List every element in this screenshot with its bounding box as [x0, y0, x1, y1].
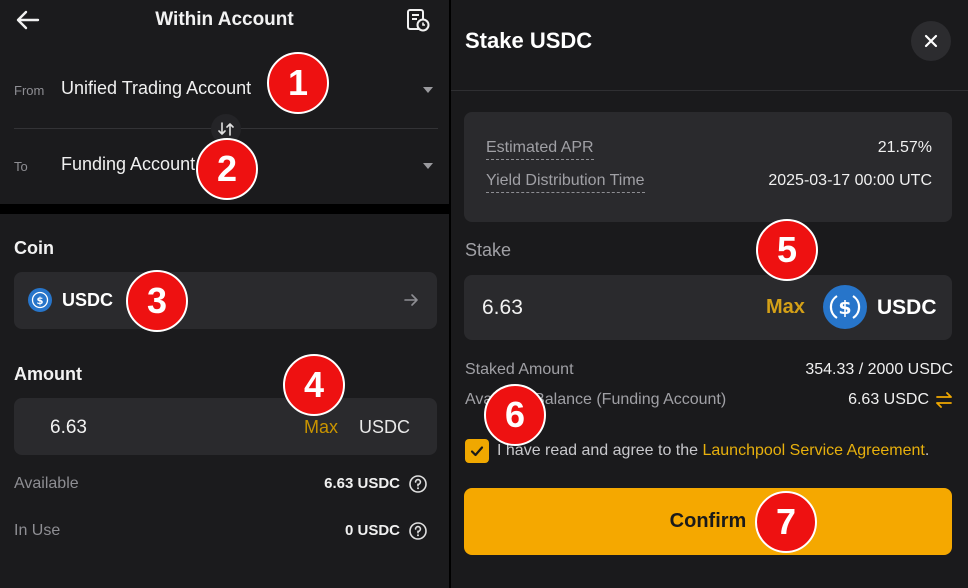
help-icon[interactable]	[408, 521, 428, 541]
estimated-apr-label[interactable]: Estimated APR	[486, 139, 594, 160]
stake-panel: Stake USDC Estimated APR 21.57% Yield Di…	[451, 0, 968, 588]
confirm-button[interactable]: Confirm	[464, 488, 952, 555]
coin-selector[interactable]: $ USDC	[14, 272, 437, 329]
swap-icon	[218, 122, 234, 136]
amount-input[interactable]: 6.63 Max USDC	[14, 398, 437, 455]
agreement-period: .	[924, 442, 930, 459]
step-marker-7: 7	[755, 491, 817, 553]
usdc-icon: $	[28, 288, 52, 312]
stake-unit: USDC	[877, 296, 937, 319]
staked-amount-value: 354.33 / 2000 USDC	[805, 361, 953, 378]
estimated-apr-value: 21.57%	[877, 139, 932, 156]
coin-section-label: Coin	[14, 238, 54, 258]
agreement-prefix: I have read and agree to the	[497, 442, 703, 459]
help-icon[interactable]	[408, 474, 428, 494]
step-marker-4: 4	[283, 354, 345, 416]
stake-label: Stake	[465, 240, 512, 260]
arrow-right-icon	[404, 294, 418, 306]
svg-text:$: $	[838, 297, 851, 319]
agreement-link[interactable]: Launchpool Service Agreement	[702, 442, 924, 459]
step-marker-1: 1	[267, 52, 329, 114]
svg-text:$: $	[37, 296, 44, 307]
page-title: Within Account	[155, 9, 294, 30]
close-button[interactable]	[911, 21, 951, 61]
yield-time-value: 2025-03-17 00:00 UTC	[768, 172, 932, 189]
amount-unit: USDC	[359, 417, 411, 437]
to-account-value: Funding Account	[61, 154, 196, 174]
chevron-down-icon[interactable]	[423, 163, 433, 169]
check-icon	[470, 446, 484, 457]
stake-value[interactable]: 6.63	[482, 296, 523, 320]
amount-value[interactable]: 6.63	[50, 417, 87, 439]
available-row: Available 6.63 USDC	[14, 473, 434, 497]
chevron-down-icon[interactable]	[423, 87, 433, 93]
max-button[interactable]: Max	[304, 417, 338, 438]
yield-time-label[interactable]: Yield Distribution Time	[486, 172, 645, 193]
in-use-label: In Use	[14, 522, 61, 539]
usdc-icon: $	[823, 285, 867, 329]
transfer-panel: Within Account From Unified Trading Acco…	[0, 0, 449, 588]
agreement-checkbox[interactable]	[465, 439, 489, 463]
record-icon[interactable]	[405, 7, 431, 33]
divider	[451, 90, 968, 91]
staked-amount-label: Staked Amount	[465, 361, 574, 378]
stake-amount-input[interactable]: 6.63 Max $ USDC	[464, 275, 952, 340]
step-marker-5: 5	[756, 219, 818, 281]
coin-value: USDC	[62, 290, 114, 310]
step-marker-2: 2	[196, 138, 258, 200]
from-label: From	[14, 83, 45, 98]
transfer-icon[interactable]	[935, 392, 953, 408]
apr-info-card: Estimated APR 21.57% Yield Distribution …	[464, 112, 952, 222]
in-use-row: In Use 0 USDC	[14, 520, 434, 544]
available-label: Available	[14, 475, 79, 492]
close-icon	[924, 34, 938, 48]
in-use-value: 0 USDC	[344, 522, 400, 539]
transfer-header: Within Account	[0, 0, 449, 42]
step-marker-6: 6	[484, 384, 546, 446]
step-marker-3: 3	[126, 270, 188, 332]
stake-title: Stake USDC	[465, 28, 593, 53]
amount-section-label: Amount	[14, 364, 82, 384]
available-value: 6.63 USDC	[324, 475, 400, 492]
agreement-row: I have read and agree to the Launchpool …	[465, 437, 955, 465]
agreement-text: I have read and agree to the Launchpool …	[497, 442, 929, 460]
section-separator	[0, 204, 449, 214]
to-label: To	[14, 159, 28, 174]
max-button[interactable]: Max	[766, 296, 805, 319]
available-balance-value: 6.63 USDC	[848, 391, 929, 408]
from-account-value: Unified Trading Account	[61, 78, 252, 98]
